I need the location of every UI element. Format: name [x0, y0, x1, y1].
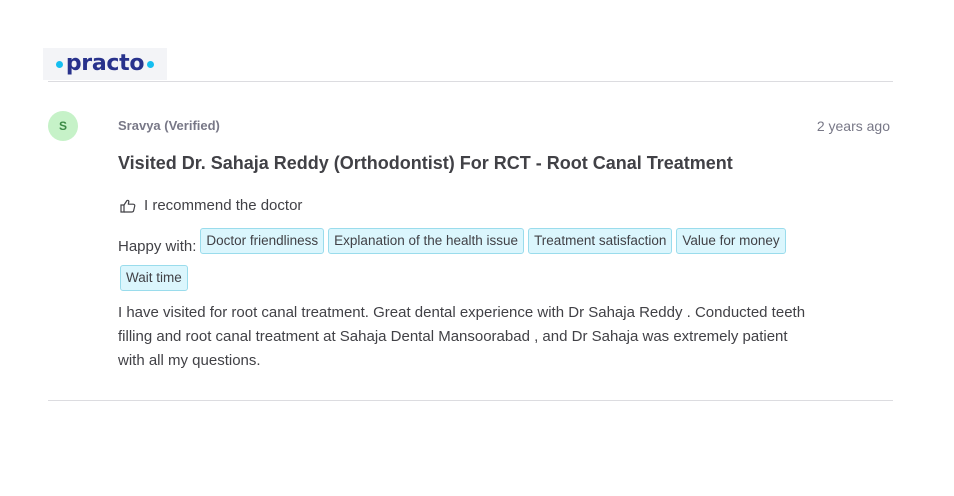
review-divider — [48, 400, 893, 401]
recommend-text: I recommend the doctor — [144, 197, 303, 214]
logo-dot-right — [147, 60, 155, 68]
review-body: I have visited for root canal treatment.… — [118, 304, 806, 369]
happy-tag: Explanation of the health issue — [328, 228, 525, 254]
happy-tag: Doctor friendliness — [200, 228, 325, 254]
practo-logo[interactable]: practo — [43, 48, 167, 80]
happy-with-label: Happy with: — [118, 237, 197, 255]
avatar: S — [48, 111, 78, 141]
review-page: practo S Sravya (Verified) 2 years ago V… — [0, 0, 954, 496]
reviewer-name: Sravya (Verified) — [118, 118, 220, 133]
happy-tag: Wait time — [120, 265, 188, 291]
logo-dot-left — [55, 60, 63, 68]
logo-text: practo — [65, 51, 145, 76]
happy-tag: Value for money — [676, 228, 786, 254]
header-divider — [48, 81, 893, 82]
review-time: 2 years ago — [816, 118, 890, 134]
recommend-row: I recommend the doctor — [120, 197, 302, 214]
happy-tag: Treatment satisfaction — [528, 228, 673, 254]
thumbs-up-icon — [120, 199, 136, 213]
review-title: Visited Dr. Sahaja Reddy (Orthodontist) … — [118, 153, 733, 173]
faint-next-item — [30, 470, 910, 496]
happy-with-row: Happy with: Doctor friendliness Explanat… — [118, 228, 818, 302]
